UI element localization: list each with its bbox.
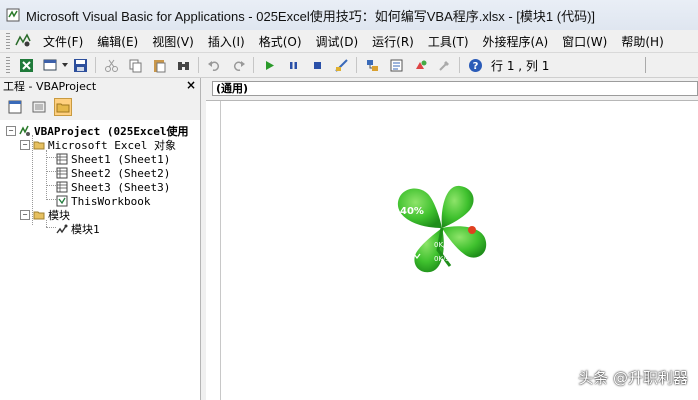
standard-toolbar: ? 行 1 , 列 1 xyxy=(0,53,698,78)
menu-debug[interactable]: 调试(D) xyxy=(309,33,366,50)
worksheet-icon xyxy=(56,181,68,193)
toolbar-separator xyxy=(95,57,96,73)
toolbar-separator xyxy=(356,57,357,73)
cpu-percent: 40% xyxy=(400,206,424,217)
window-title: Microsoft Visual Basic for Applications … xyxy=(26,8,596,24)
menu-view[interactable]: 视图(V) xyxy=(145,33,201,50)
tree-label: 模块1 xyxy=(71,223,100,236)
chevron-down-icon[interactable] xyxy=(62,57,68,73)
menu-bar: 文件(F) 编辑(E) 视图(V) 插入(I) 格式(O) 调试(D) 运行(R… xyxy=(0,30,698,53)
menu-file[interactable]: 文件(F) xyxy=(36,33,90,50)
menu-tools[interactable]: 工具(T) xyxy=(421,33,476,50)
design-mode-icon[interactable] xyxy=(333,57,349,73)
toolbar-separator xyxy=(198,57,199,73)
tree-label: Sheet3 (Sheet3) xyxy=(71,180,171,194)
properties-icon[interactable] xyxy=(388,57,404,73)
break-icon[interactable] xyxy=(285,57,301,73)
tree-connector xyxy=(46,199,56,200)
tree-node-modules[interactable]: − 模块 xyxy=(20,208,70,222)
svg-text:?: ? xyxy=(472,61,478,72)
tree-node-excel-objects[interactable]: − Microsoft Excel 对象 xyxy=(20,138,176,152)
tree-node-sheet2[interactable]: Sheet2 (Sheet2) xyxy=(56,166,170,180)
find-icon[interactable] xyxy=(175,57,191,73)
project-explorer-header: 工程 - VBAProject × xyxy=(0,78,200,94)
network-speed-widget[interactable]: 40% 0K/s 0K/s xyxy=(388,180,496,280)
paste-icon[interactable] xyxy=(151,57,167,73)
project-explorer-title: 工程 - VBAProject xyxy=(3,80,97,93)
worksheet-icon xyxy=(56,167,68,179)
worksheet-icon xyxy=(56,153,68,165)
workbook-icon xyxy=(56,195,68,207)
module-icon xyxy=(56,223,68,235)
menu-insert[interactable]: 插入(I) xyxy=(201,33,252,50)
watermark-text: 头条 @升职利器 xyxy=(578,369,688,387)
upload-arrow-icon xyxy=(413,237,421,243)
tree-node-thisworkbook[interactable]: ThisWorkbook xyxy=(56,194,150,208)
reset-icon[interactable] xyxy=(309,57,325,73)
close-icon[interactable]: × xyxy=(186,78,196,92)
cursor-position: 行 1 , 列 1 xyxy=(491,58,550,73)
project-explorer-icon[interactable] xyxy=(364,57,380,73)
tree-node-sheet1[interactable]: Sheet1 (Sheet1) xyxy=(56,152,170,166)
tree-connector xyxy=(46,171,56,172)
view-code-icon[interactable] xyxy=(6,98,24,116)
menu-edit[interactable]: 编辑(E) xyxy=(90,33,145,50)
toggle-folders-icon[interactable] xyxy=(54,98,72,116)
object-browser-icon[interactable] xyxy=(412,57,428,73)
tree-node-root[interactable]: − VBAProject (025Excel使用 xyxy=(6,124,188,138)
object-combo[interactable]: (通用) xyxy=(212,81,698,96)
menu-grip[interactable] xyxy=(6,33,10,49)
folder-open-icon xyxy=(33,209,45,221)
collapse-toggle[interactable]: − xyxy=(20,210,30,220)
collapse-toggle[interactable]: − xyxy=(6,126,16,136)
excel-icon[interactable] xyxy=(18,57,34,73)
project-tree: − VBAProject (025Excel使用 − Microsoft Exc… xyxy=(0,120,200,400)
toolbar-separator xyxy=(253,57,254,73)
title-bar: Microsoft Visual Basic for Applications … xyxy=(0,0,698,31)
menu-format[interactable]: 格式(O) xyxy=(252,33,309,50)
cut-icon[interactable] xyxy=(103,57,119,73)
menu-window[interactable]: 窗口(W) xyxy=(555,33,614,50)
project-explorer-toolbar xyxy=(0,94,200,121)
run-icon[interactable] xyxy=(261,57,277,73)
tree-label: Microsoft Excel 对象 xyxy=(48,139,176,152)
code-combo-row: (通用) xyxy=(206,78,698,101)
toolbar-grip[interactable] xyxy=(6,57,10,73)
folder-open-icon xyxy=(33,139,45,151)
toolbar-overflow[interactable] xyxy=(645,57,656,73)
copy-icon[interactable] xyxy=(127,57,143,73)
code-margin[interactable] xyxy=(206,101,221,400)
insert-module-icon[interactable] xyxy=(42,57,58,73)
undo-icon[interactable] xyxy=(206,57,222,73)
vba-menu-icon xyxy=(15,33,31,47)
vba-app-icon xyxy=(6,8,20,22)
tree-connector xyxy=(46,157,56,158)
tree-node-sheet3[interactable]: Sheet3 (Sheet3) xyxy=(56,180,170,194)
save-icon[interactable] xyxy=(72,57,88,73)
toolbox-icon[interactable] xyxy=(436,57,452,73)
collapse-toggle[interactable]: − xyxy=(20,140,30,150)
tree-node-module1[interactable]: 模块1 xyxy=(56,222,100,236)
help-icon[interactable]: ? xyxy=(467,57,483,73)
toolbar-separator xyxy=(459,57,460,73)
menu-addins[interactable]: 外接程序(A) xyxy=(476,33,556,50)
upload-speed: 0K/s xyxy=(434,241,449,249)
download-speed: 0K/s xyxy=(434,255,449,263)
menu-help[interactable]: 帮助(H) xyxy=(614,33,670,50)
tree-connector xyxy=(46,185,56,186)
vba-project-icon xyxy=(19,125,31,137)
tree-label: ThisWorkbook xyxy=(71,194,151,208)
redo-icon[interactable] xyxy=(230,57,246,73)
tree-label: Sheet2 (Sheet2) xyxy=(71,166,171,180)
menu-run[interactable]: 运行(R) xyxy=(365,33,421,50)
tree-connector xyxy=(46,227,56,228)
clover-icon: 40% 0K/s 0K/s xyxy=(397,185,487,273)
tree-label: Sheet1 (Sheet1) xyxy=(71,152,171,166)
tree-label: 模块 xyxy=(48,209,70,222)
view-object-icon[interactable] xyxy=(30,98,48,116)
